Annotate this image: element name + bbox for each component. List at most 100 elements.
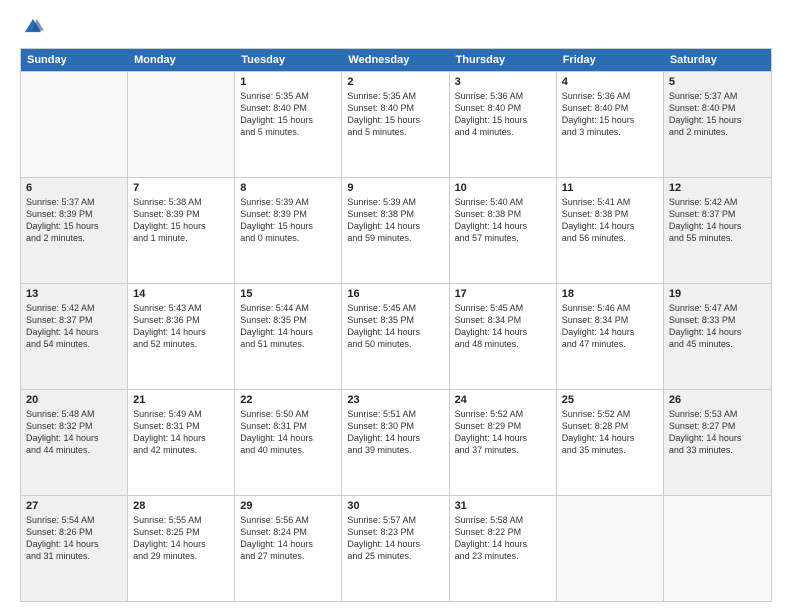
calendar-cell: 23 Sunrise: 5:51 AM Sunset: 8:30 PM Dayli… xyxy=(342,390,449,495)
day-info: Sunrise: 5:35 AM Sunset: 8:40 PM Dayligh… xyxy=(240,90,336,139)
logo xyxy=(20,16,46,38)
day-number: 2 xyxy=(347,76,443,88)
day-info: Sunrise: 5:37 AM Sunset: 8:39 PM Dayligh… xyxy=(26,196,122,245)
calendar-cell: 14 Sunrise: 5:43 AM Sunset: 8:36 PM Dayli… xyxy=(128,284,235,389)
day-info: Sunrise: 5:35 AM Sunset: 8:40 PM Dayligh… xyxy=(347,90,443,139)
day-info: Sunrise: 5:45 AM Sunset: 8:35 PM Dayligh… xyxy=(347,302,443,351)
day-info: Sunrise: 5:36 AM Sunset: 8:40 PM Dayligh… xyxy=(455,90,551,139)
calendar-cell xyxy=(557,496,664,601)
day-number: 19 xyxy=(669,288,766,300)
calendar-cell: 24 Sunrise: 5:52 AM Sunset: 8:29 PM Dayli… xyxy=(450,390,557,495)
calendar-row-5: 27Sunrise: 5:54 AM Sunset: 8:26 PM Dayli… xyxy=(21,495,771,601)
calendar-cell: 2 Sunrise: 5:35 AM Sunset: 8:40 PM Daylig… xyxy=(342,72,449,177)
day-number: 12 xyxy=(669,182,766,194)
day-number: 4 xyxy=(562,76,658,88)
header-day-thursday: Thursday xyxy=(450,49,557,71)
calendar-cell: 5 Sunrise: 5:37 AM Sunset: 8:40 PM Daylig… xyxy=(664,72,771,177)
day-info: Sunrise: 5:50 AM Sunset: 8:31 PM Dayligh… xyxy=(240,408,336,457)
day-info: Sunrise: 5:42 AM Sunset: 8:37 PM Dayligh… xyxy=(26,302,122,351)
page: SundayMondayTuesdayWednesdayThursdayFrid… xyxy=(0,0,792,612)
calendar-cell: 11 Sunrise: 5:41 AM Sunset: 8:38 PM Dayli… xyxy=(557,178,664,283)
calendar-cell xyxy=(21,72,128,177)
day-info: Sunrise: 5:55 AM Sunset: 8:25 PM Dayligh… xyxy=(133,514,229,563)
calendar-cell: 26Sunrise: 5:53 AM Sunset: 8:27 PM Dayli… xyxy=(664,390,771,495)
calendar-row-3: 13 Sunrise: 5:42 AM Sunset: 8:37 PM Dayli… xyxy=(21,283,771,389)
calendar-cell: 9 Sunrise: 5:39 AM Sunset: 8:38 PM Daylig… xyxy=(342,178,449,283)
calendar-cell: 10 Sunrise: 5:40 AM Sunset: 8:38 PM Dayli… xyxy=(450,178,557,283)
day-number: 6 xyxy=(26,182,122,194)
day-info: Sunrise: 5:40 AM Sunset: 8:38 PM Dayligh… xyxy=(455,196,551,245)
day-info: Sunrise: 5:51 AM Sunset: 8:30 PM Dayligh… xyxy=(347,408,443,457)
day-info: Sunrise: 5:39 AM Sunset: 8:38 PM Dayligh… xyxy=(347,196,443,245)
calendar-cell xyxy=(128,72,235,177)
day-number: 11 xyxy=(562,182,658,194)
calendar-cell: 29Sunrise: 5:56 AM Sunset: 8:24 PM Dayli… xyxy=(235,496,342,601)
day-info: Sunrise: 5:56 AM Sunset: 8:24 PM Dayligh… xyxy=(240,514,336,563)
calendar-cell: 20Sunrise: 5:48 AM Sunset: 8:32 PM Dayli… xyxy=(21,390,128,495)
day-info: Sunrise: 5:57 AM Sunset: 8:23 PM Dayligh… xyxy=(347,514,443,563)
calendar-cell: 21 Sunrise: 5:49 AM Sunset: 8:31 PM Dayli… xyxy=(128,390,235,495)
day-info: Sunrise: 5:41 AM Sunset: 8:38 PM Dayligh… xyxy=(562,196,658,245)
day-number: 17 xyxy=(455,288,551,300)
day-number: 15 xyxy=(240,288,336,300)
calendar-cell: 28 Sunrise: 5:55 AM Sunset: 8:25 PM Dayli… xyxy=(128,496,235,601)
calendar-row-4: 20Sunrise: 5:48 AM Sunset: 8:32 PM Dayli… xyxy=(21,389,771,495)
calendar-cell: 22 Sunrise: 5:50 AM Sunset: 8:31 PM Dayli… xyxy=(235,390,342,495)
day-number: 22 xyxy=(240,394,336,406)
day-number: 8 xyxy=(240,182,336,194)
day-number: 13 xyxy=(26,288,122,300)
calendar: SundayMondayTuesdayWednesdayThursdayFrid… xyxy=(20,48,772,602)
day-info: Sunrise: 5:52 AM Sunset: 8:28 PM Dayligh… xyxy=(562,408,658,457)
day-number: 31 xyxy=(455,500,551,512)
calendar-cell: 31Sunrise: 5:58 AM Sunset: 8:22 PM Dayli… xyxy=(450,496,557,601)
day-number: 30 xyxy=(347,500,443,512)
day-number: 14 xyxy=(133,288,229,300)
day-info: Sunrise: 5:39 AM Sunset: 8:39 PM Dayligh… xyxy=(240,196,336,245)
day-info: Sunrise: 5:52 AM Sunset: 8:29 PM Dayligh… xyxy=(455,408,551,457)
day-info: Sunrise: 5:49 AM Sunset: 8:31 PM Dayligh… xyxy=(133,408,229,457)
day-number: 27 xyxy=(26,500,122,512)
day-number: 25 xyxy=(562,394,658,406)
calendar-cell: 27Sunrise: 5:54 AM Sunset: 8:26 PM Dayli… xyxy=(21,496,128,601)
calendar-cell: 8 Sunrise: 5:39 AM Sunset: 8:39 PM Daylig… xyxy=(235,178,342,283)
day-info: Sunrise: 5:46 AM Sunset: 8:34 PM Dayligh… xyxy=(562,302,658,351)
calendar-cell: 7 Sunrise: 5:38 AM Sunset: 8:39 PM Daylig… xyxy=(128,178,235,283)
header-day-friday: Friday xyxy=(557,49,664,71)
calendar-body: 1 Sunrise: 5:35 AM Sunset: 8:40 PM Daylig… xyxy=(21,71,771,601)
day-info: Sunrise: 5:47 AM Sunset: 8:33 PM Dayligh… xyxy=(669,302,766,351)
day-info: Sunrise: 5:43 AM Sunset: 8:36 PM Dayligh… xyxy=(133,302,229,351)
calendar-header: SundayMondayTuesdayWednesdayThursdayFrid… xyxy=(21,49,771,71)
calendar-cell: 30 Sunrise: 5:57 AM Sunset: 8:23 PM Dayli… xyxy=(342,496,449,601)
day-number: 18 xyxy=(562,288,658,300)
day-info: Sunrise: 5:37 AM Sunset: 8:40 PM Dayligh… xyxy=(669,90,766,139)
calendar-row-1: 1 Sunrise: 5:35 AM Sunset: 8:40 PM Daylig… xyxy=(21,71,771,177)
day-number: 1 xyxy=(240,76,336,88)
day-info: Sunrise: 5:36 AM Sunset: 8:40 PM Dayligh… xyxy=(562,90,658,139)
logo-icon xyxy=(22,16,44,38)
day-number: 7 xyxy=(133,182,229,194)
day-info: Sunrise: 5:48 AM Sunset: 8:32 PM Dayligh… xyxy=(26,408,122,457)
day-info: Sunrise: 5:44 AM Sunset: 8:35 PM Dayligh… xyxy=(240,302,336,351)
calendar-cell: 13 Sunrise: 5:42 AM Sunset: 8:37 PM Dayli… xyxy=(21,284,128,389)
calendar-cell: 17 Sunrise: 5:45 AM Sunset: 8:34 PM Dayli… xyxy=(450,284,557,389)
header xyxy=(20,16,772,38)
header-day-sunday: Sunday xyxy=(21,49,128,71)
day-info: Sunrise: 5:38 AM Sunset: 8:39 PM Dayligh… xyxy=(133,196,229,245)
day-number: 28 xyxy=(133,500,229,512)
day-number: 24 xyxy=(455,394,551,406)
day-number: 9 xyxy=(347,182,443,194)
day-number: 16 xyxy=(347,288,443,300)
day-number: 10 xyxy=(455,182,551,194)
calendar-cell: 19 Sunrise: 5:47 AM Sunset: 8:33 PM Dayli… xyxy=(664,284,771,389)
calendar-cell: 25 Sunrise: 5:52 AM Sunset: 8:28 PM Dayli… xyxy=(557,390,664,495)
calendar-cell: 1 Sunrise: 5:35 AM Sunset: 8:40 PM Daylig… xyxy=(235,72,342,177)
day-number: 21 xyxy=(133,394,229,406)
day-info: Sunrise: 5:45 AM Sunset: 8:34 PM Dayligh… xyxy=(455,302,551,351)
day-number: 5 xyxy=(669,76,766,88)
day-number: 23 xyxy=(347,394,443,406)
calendar-cell: 18 Sunrise: 5:46 AM Sunset: 8:34 PM Dayli… xyxy=(557,284,664,389)
day-number: 26 xyxy=(669,394,766,406)
calendar-cell: 3Sunrise: 5:36 AM Sunset: 8:40 PM Daylig… xyxy=(450,72,557,177)
header-day-tuesday: Tuesday xyxy=(235,49,342,71)
calendar-row-2: 6 Sunrise: 5:37 AM Sunset: 8:39 PM Daylig… xyxy=(21,177,771,283)
